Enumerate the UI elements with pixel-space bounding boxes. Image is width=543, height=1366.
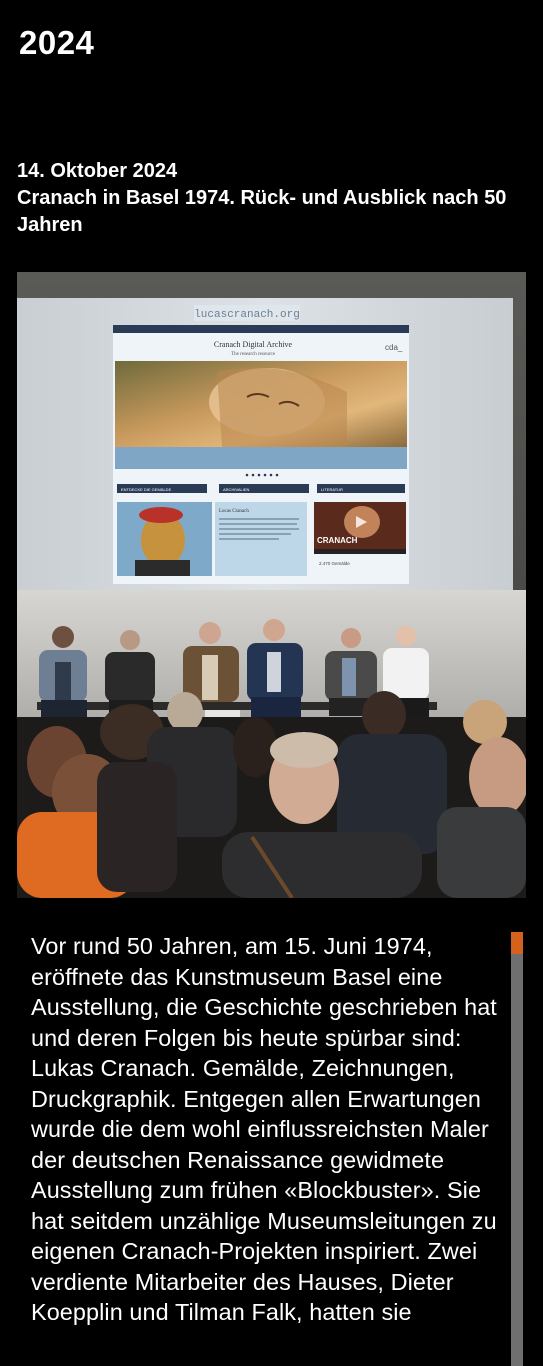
projected-video-label: CRANACH bbox=[317, 536, 358, 545]
event-title: Cranach in Basel 1974. Rück- und Ausblic… bbox=[17, 187, 507, 236]
projected-count: 2.470 Gemälde bbox=[319, 561, 350, 566]
article-body: Vor rund 50 Jahren, am 15. Juni 1974, er… bbox=[31, 933, 497, 1325]
year-heading: 2024 bbox=[19, 24, 95, 61]
projected-banner: lucascranach.org bbox=[194, 309, 300, 321]
projected-section-one: ENTDECKE DIE GEMÄLDE bbox=[121, 487, 172, 492]
projected-header-subtitle: The research resource bbox=[231, 352, 276, 357]
projected-card-title: Lucas Cranach bbox=[219, 509, 249, 514]
audience bbox=[17, 691, 526, 898]
projected-header-title: Cranach Digital Archive bbox=[214, 340, 293, 349]
projected-section-two: ARCHIVALIEN bbox=[223, 487, 249, 492]
projected-website: lucascranach.org Cranach Digital Archive… bbox=[113, 305, 409, 584]
projected-section-three: LITERATUR bbox=[321, 487, 343, 492]
projected-logo: cda_ bbox=[385, 343, 403, 352]
scrollbar-thumb[interactable] bbox=[511, 932, 523, 954]
event-header: 14. Oktober 2024 Cranach in Basel 1974. … bbox=[17, 158, 507, 239]
event-photo: lucascranach.org Cranach Digital Archive… bbox=[17, 272, 526, 898]
event-date: 14. Oktober 2024 bbox=[17, 160, 178, 182]
scrollbar-track[interactable] bbox=[511, 932, 523, 1366]
